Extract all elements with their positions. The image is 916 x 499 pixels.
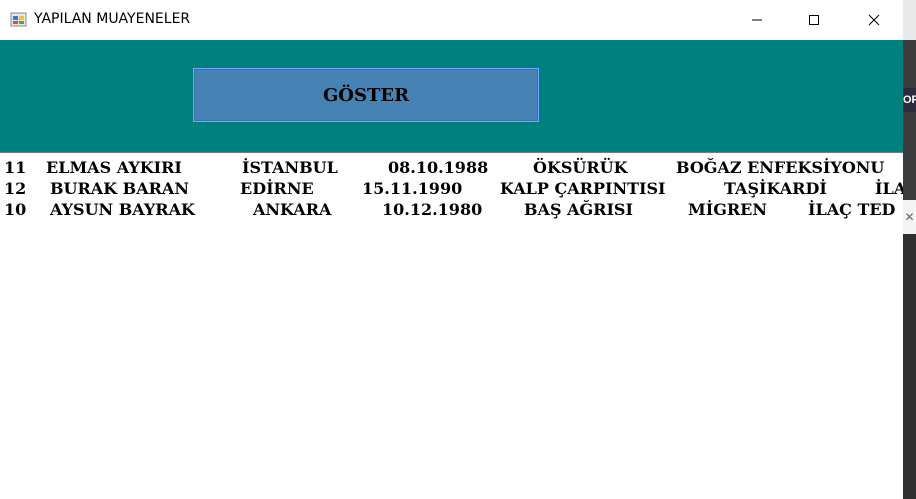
row-diagnosis: TAŞİKARDİ: [724, 179, 827, 198]
row-date: 10.12.1980: [382, 200, 483, 219]
row-complaint: KALP ÇARPINTISI: [500, 179, 666, 198]
results-listbox[interactable]: 11 ELMAS AYKIRI İSTANBUL 08.10.1988 ÖKSÜ…: [0, 152, 903, 499]
list-item[interactable]: 11 ELMAS AYKIRI İSTANBUL 08.10.1988 ÖKSÜ…: [4, 157, 884, 179]
row-city: ANKARA: [253, 200, 332, 219]
row-name: ELMAS AYKIRI: [46, 158, 182, 177]
title-bar[interactable]: YAPILAN MUAYENELER: [0, 0, 903, 40]
row-diagnosis: BOĞAZ ENFEKSİYONU: [676, 158, 885, 177]
background-tab-label: OF: [903, 94, 916, 106]
row-id: 10: [4, 200, 27, 219]
row-city: EDİRNE: [240, 179, 314, 198]
row-date: 15.11.1990: [362, 179, 463, 198]
main-window: YAPILAN MUAYENELER GÖSTER 11 ELMAS AYKIR…: [0, 0, 903, 499]
background-app-tab[interactable]: OF: [903, 88, 916, 112]
row-id: 11: [4, 158, 27, 177]
goster-button[interactable]: GÖSTER: [193, 68, 539, 122]
list-item[interactable]: 10 AYSUN BAYRAK ANKARA 10.12.1980 BAŞ AĞ…: [4, 199, 895, 221]
maximize-icon: [809, 15, 819, 25]
row-treatment: İLA: [875, 179, 903, 198]
window-title: YAPILAN MUAYENELER: [34, 11, 191, 27]
maximize-button[interactable]: [791, 0, 837, 40]
row-complaint: ÖKSÜRÜK: [533, 158, 628, 177]
background-close-icon[interactable]: ✕: [903, 200, 916, 234]
list-item[interactable]: 12 BURAK BARAN EDİRNE 15.11.1990 KALP ÇA…: [4, 178, 903, 200]
background-app-panel: [903, 234, 916, 499]
row-city: İSTANBUL: [242, 158, 338, 177]
close-button[interactable]: [851, 0, 897, 40]
row-treatment: İLAÇ TED: [808, 200, 896, 219]
minimize-icon: [752, 19, 762, 21]
row-date: 08.10.1988: [388, 158, 489, 177]
form-panel: GÖSTER: [0, 40, 903, 152]
row-id: 12: [4, 179, 27, 198]
minimize-button[interactable]: [734, 0, 780, 40]
row-complaint: BAŞ AĞRISI: [524, 200, 633, 219]
close-icon: [868, 14, 880, 26]
app-icon: [10, 12, 27, 27]
row-diagnosis: MİGREN: [688, 200, 767, 219]
row-name: BURAK BARAN: [50, 179, 189, 198]
row-name: AYSUN BAYRAK: [50, 200, 195, 219]
background-app-titlebar: [903, 0, 916, 40]
